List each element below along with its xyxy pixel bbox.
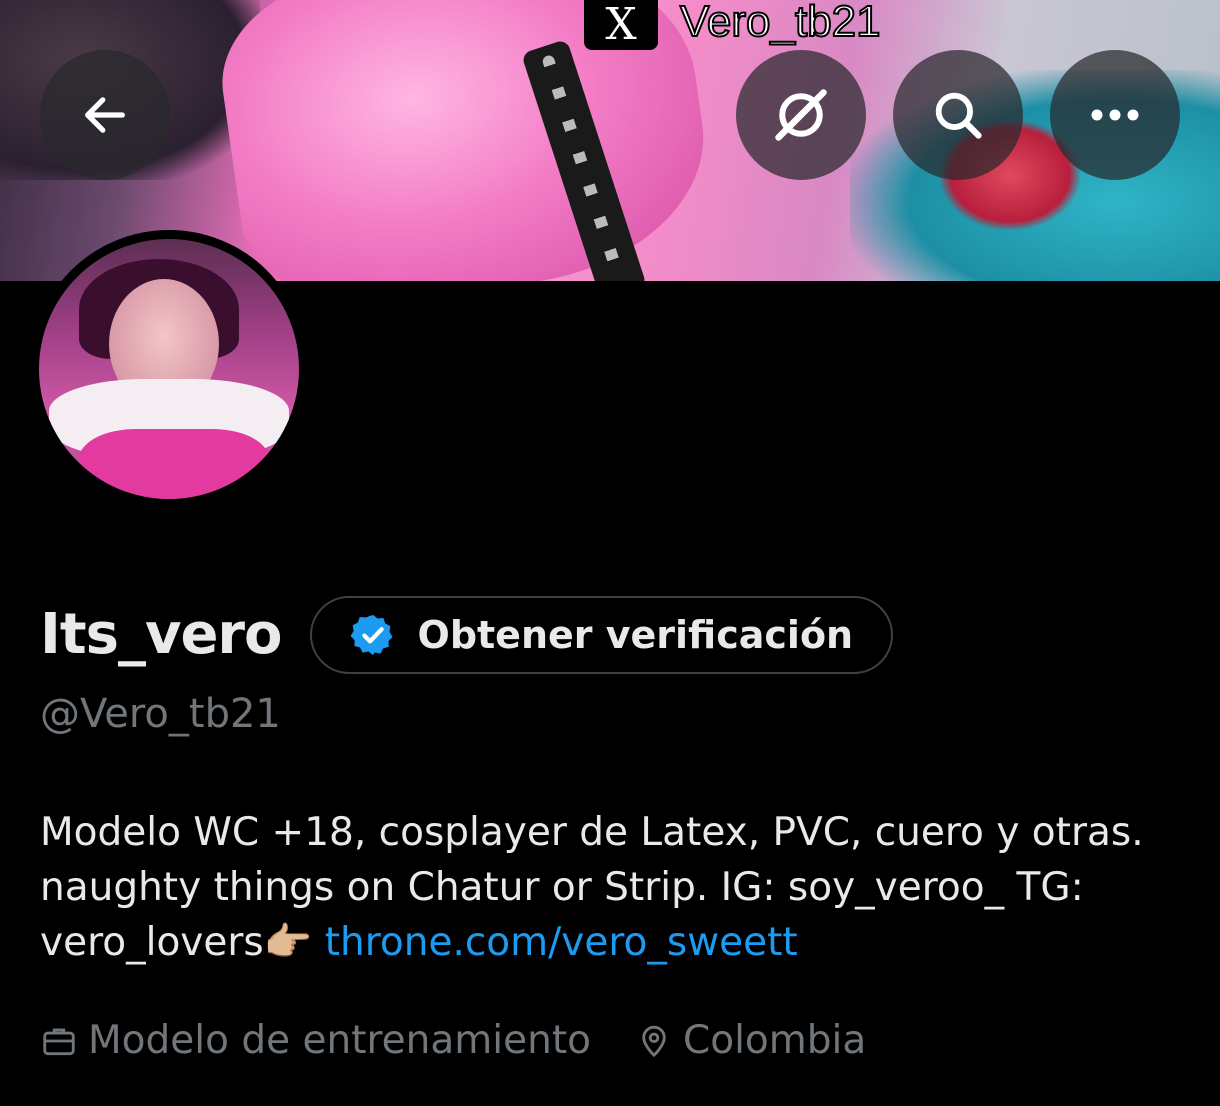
arrow-left-icon [85,97,125,133]
get-verified-button[interactable]: Obtener verificación [309,596,894,674]
back-button[interactable] [40,50,170,180]
x-logo-icon: X [584,0,658,50]
location-item: Colombia [635,1018,866,1063]
profile-meta: Modelo de entrenamiento Colombia [40,1018,866,1063]
more-button[interactable] [1050,50,1180,180]
briefcase-icon [43,1027,75,1055]
username: @Vero_tb21 [40,691,281,737]
banner-watermark: X Vero_tb21 [584,0,882,50]
profession-item: Modelo de entrenamiento [40,1018,591,1063]
profession-label: Modelo de entrenamiento [88,1018,591,1063]
grok-icon [775,89,827,141]
profile-bio: Modelo WC +18, cosplayer de Latex, PVC, … [40,805,1200,970]
search-button[interactable] [893,50,1023,180]
display-name: Its_vero [40,602,283,667]
profile-avatar[interactable] [30,230,308,508]
verified-badge-icon [350,614,393,656]
location-label: Colombia [682,1018,867,1063]
more-horizontal-icon [1091,109,1139,121]
bio-link[interactable]: throne.com/vero_sweett [325,920,798,965]
get-verified-label: Obtener verificación [417,613,854,657]
avatar-image [39,239,299,499]
watermark-handle: Vero_tb21 [679,0,882,46]
search-icon [935,92,982,139]
grok-button[interactable] [736,50,866,180]
location-pin-icon [642,1025,666,1057]
profile-name-row: Its_vero Obtener verificación [40,596,894,674]
